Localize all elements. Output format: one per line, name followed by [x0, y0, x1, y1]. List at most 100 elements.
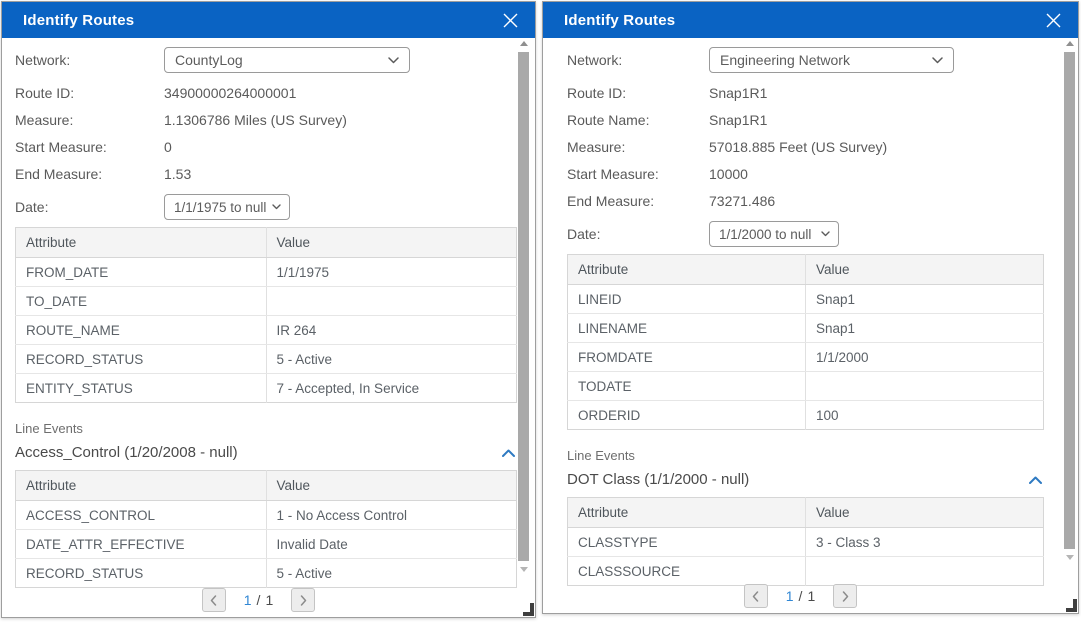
value-cell: 1 - No Access Control [266, 501, 517, 530]
table-row: ROUTE_NAMEIR 264 [16, 316, 517, 345]
route-id-label: Route ID: [15, 85, 164, 101]
page-separator: / [257, 592, 261, 608]
start-measure-value: 0 [164, 139, 172, 155]
current-page: 1 [244, 592, 252, 608]
scrollbar-down-arrow-icon[interactable] [1066, 555, 1074, 560]
date-select-value: 1/1/1975 to null [174, 200, 266, 215]
value-cell: Snap1 [806, 314, 1044, 343]
panel-title: Identify Routes [23, 12, 134, 29]
scrollbar-up-arrow-icon[interactable] [1066, 41, 1074, 46]
attribute-cell: LINEID [568, 285, 806, 314]
route-id-value: 34900000264000001 [164, 85, 296, 101]
current-page: 1 [786, 588, 794, 604]
prev-page-button[interactable] [744, 584, 768, 608]
date-select[interactable]: 1/1/2000 to null [709, 221, 839, 247]
start-measure-value: 10000 [709, 166, 748, 182]
table-row: LINEIDSnap1 [568, 285, 1044, 314]
chevron-up-icon[interactable] [1027, 474, 1044, 486]
attribute-cell: ROUTE_NAME [16, 316, 267, 345]
scrollbar-thumb[interactable] [1064, 52, 1075, 549]
table-row: ENTITY_STATUS7 - Accepted, In Service [16, 374, 517, 403]
scrollbar-thumb[interactable] [518, 52, 529, 561]
attribute-cell: LINENAME [568, 314, 806, 343]
attribute-cell: DATE_ATTR_EFFECTIVE [16, 530, 267, 559]
table-row: FROMDATE1/1/2000 [568, 343, 1044, 372]
table-row: TODATE [568, 372, 1044, 401]
start-measure-field: Start Measure: 10000 [567, 160, 1078, 187]
line-events-label: Line Events [15, 421, 535, 439]
attribute-column-header: Attribute [568, 498, 806, 528]
end-measure-value: 73271.486 [709, 193, 775, 209]
start-measure-label: Start Measure: [567, 166, 709, 182]
network-select-value: Engineering Network [720, 52, 850, 68]
scrollbar[interactable] [1063, 41, 1076, 573]
line-event-section-header: Access_Control (1/20/2008 - null) [15, 442, 517, 463]
panel-body: Network: Engineering Network Route ID: S… [543, 38, 1078, 613]
attribute-cell: ENTITY_STATUS [16, 374, 267, 403]
attribute-column-header: Attribute [16, 228, 267, 258]
end-measure-label: End Measure: [15, 166, 164, 182]
network-field: Network: Engineering Network [567, 47, 1078, 73]
date-label: Date: [15, 199, 164, 215]
measure-label: Measure: [567, 139, 709, 155]
chevron-up-icon[interactable] [500, 447, 517, 459]
value-cell: Invalid Date [266, 530, 517, 559]
table-row: ORDERID100 [568, 401, 1044, 430]
line-event-section-header: DOT Class (1/1/2000 - null) [567, 469, 1044, 490]
next-page-button[interactable] [291, 588, 315, 612]
value-cell: 7 - Accepted, In Service [266, 374, 517, 403]
panel-title: Identify Routes [564, 12, 675, 29]
route-name-field: Route Name: Snap1R1 [567, 106, 1078, 133]
value-cell [266, 287, 517, 316]
network-select[interactable]: CountyLog [164, 47, 410, 73]
chevron-down-icon [821, 231, 830, 237]
table-row: CLASSTYPE3 - Class 3 [568, 528, 1044, 557]
value-cell: IR 264 [266, 316, 517, 345]
start-measure-field: Start Measure: 0 [15, 133, 535, 160]
end-measure-field: End Measure: 1.53 [15, 160, 535, 187]
value-cell: 5 - Active [266, 345, 517, 374]
resize-grip[interactable] [1066, 599, 1077, 612]
end-measure-value: 1.53 [164, 166, 191, 182]
next-page-button[interactable] [833, 584, 857, 608]
pagination: 1/1 [543, 582, 1058, 610]
scrollbar[interactable] [517, 41, 530, 587]
route-name-value: Snap1R1 [709, 112, 767, 128]
measure-field: Measure: 57018.885 Feet (US Survey) [567, 133, 1078, 160]
date-select[interactable]: 1/1/1975 to null [164, 194, 290, 220]
close-icon[interactable] [1044, 11, 1062, 29]
page-indicator: 1/1 [786, 588, 815, 604]
network-select-value: CountyLog [175, 52, 243, 68]
date-field: Date: 1/1/1975 to null [15, 194, 535, 220]
attribute-cell: TO_DATE [16, 287, 267, 316]
table-row: RECORD_STATUS5 - Active [16, 559, 517, 588]
value-cell: 100 [806, 401, 1044, 430]
attribute-cell: FROMDATE [568, 343, 806, 372]
route-id-field: Route ID: Snap1R1 [567, 79, 1078, 106]
line-events-label: Line Events [567, 448, 1078, 466]
line-event-section-title: Access_Control (1/20/2008 - null) [15, 444, 238, 461]
attribute-cell: CLASSTYPE [568, 528, 806, 557]
scrollbar-down-arrow-icon[interactable] [520, 567, 528, 572]
attribute-cell: RECORD_STATUS [16, 559, 267, 588]
value-cell: 5 - Active [266, 559, 517, 588]
value-cell: 1/1/2000 [806, 343, 1044, 372]
chevron-down-icon [932, 57, 943, 64]
end-measure-label: End Measure: [567, 193, 709, 209]
close-icon[interactable] [501, 11, 519, 29]
end-measure-field: End Measure: 73271.486 [567, 187, 1078, 214]
page-separator: / [799, 588, 803, 604]
route-attribute-table: Attribute Value FROM_DATE1/1/1975 TO_DAT… [15, 227, 517, 403]
line-event-section-title: DOT Class (1/1/2000 - null) [567, 471, 749, 488]
table-row: LINENAMESnap1 [568, 314, 1044, 343]
route-id-label: Route ID: [567, 85, 709, 101]
measure-value: 57018.885 Feet (US Survey) [709, 139, 887, 155]
measure-field: Measure: 1.1306786 Miles (US Survey) [15, 106, 535, 133]
network-select[interactable]: Engineering Network [709, 47, 954, 73]
prev-page-button[interactable] [202, 588, 226, 612]
resize-grip[interactable] [523, 603, 534, 616]
table-row: ACCESS_CONTROL1 - No Access Control [16, 501, 517, 530]
value-column-header: Value [266, 228, 517, 258]
identify-routes-window-right: Identify Routes Network: Engineering Net… [542, 1, 1079, 614]
scrollbar-up-arrow-icon[interactable] [520, 41, 528, 46]
